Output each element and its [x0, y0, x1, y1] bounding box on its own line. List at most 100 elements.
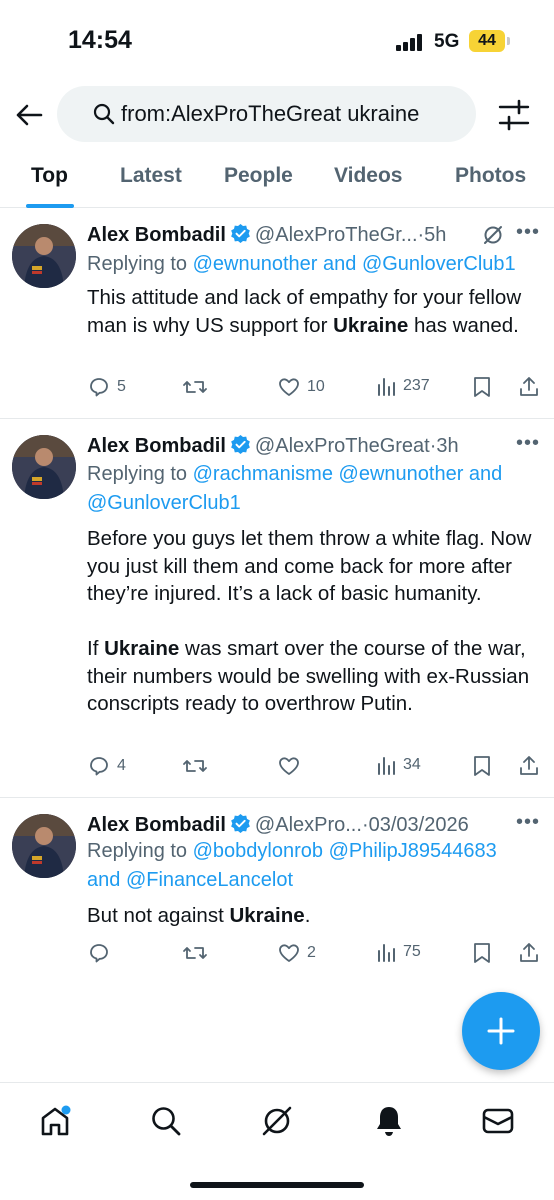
plus-icon — [487, 1017, 515, 1045]
search-icon — [152, 1107, 181, 1136]
mention-link[interactable]: @bobdylonrob — [193, 840, 323, 862]
tab-videos[interactable]: Videos — [334, 164, 402, 188]
views-button[interactable]: 237 — [375, 375, 430, 397]
views-button[interactable]: 34 — [375, 754, 421, 776]
mail-icon — [482, 1108, 514, 1134]
search-input[interactable] — [121, 101, 471, 127]
verified-badge-icon — [231, 223, 250, 244]
bookmark-icon — [474, 943, 490, 963]
battery-icon: 44 — [469, 30, 505, 52]
nav-grok[interactable] — [257, 1101, 297, 1141]
reply-icon — [90, 944, 108, 963]
tweet-text: This attitude and lack of empathy for yo… — [87, 284, 545, 339]
like-button[interactable] — [277, 754, 307, 778]
views-button[interactable]: 75 — [375, 941, 421, 963]
reply-button[interactable]: 4 — [87, 754, 126, 778]
views-icon — [378, 944, 395, 962]
tweet-header: Alex Bombadil @AlexProTheGreat·3h — [87, 434, 459, 458]
text-part: has waned. — [408, 313, 519, 337]
mention-link[interactable]: @GunloverClub1 — [87, 492, 241, 514]
display-name[interactable]: Alex Bombadil — [87, 224, 226, 246]
display-name[interactable]: Alex Bombadil — [87, 435, 226, 457]
status-time: 14:54 — [68, 26, 132, 54]
text-part: . — [304, 904, 311, 927]
back-arrow-icon[interactable] — [12, 98, 46, 132]
reply-button[interactable] — [87, 941, 117, 965]
share-button[interactable] — [517, 941, 541, 965]
filter-sliders-icon[interactable] — [496, 97, 532, 133]
handle: @AlexProTheGr... — [254, 224, 418, 246]
avatar[interactable] — [12, 814, 76, 878]
tweet-header: Alex Bombadil @AlexProTheGr...·5h — [87, 223, 446, 247]
like-button[interactable]: 2 — [277, 941, 316, 965]
retweet-icon — [183, 947, 207, 959]
search-tabs: Top Latest People Videos Photos — [0, 148, 554, 208]
tab-top[interactable]: Top — [31, 164, 68, 188]
highlight-term: Ukraine — [229, 904, 305, 927]
mention-link[interactable]: @ewnunother — [339, 463, 464, 485]
battery-tip — [507, 37, 510, 45]
reply-and: and — [463, 463, 503, 485]
verified-badge-icon — [231, 813, 250, 834]
nav-home[interactable] — [35, 1101, 75, 1141]
mention-link[interactable]: @ewnunother — [193, 253, 318, 275]
views-count: 75 — [403, 943, 421, 960]
replying-to: Replying to @ewnunother and @GunloverClu… — [87, 250, 537, 279]
compose-button[interactable] — [462, 992, 540, 1070]
nav-messages[interactable] — [478, 1101, 518, 1141]
display-name[interactable]: Alex Bombadil — [87, 814, 226, 836]
home-indicator — [190, 1182, 364, 1188]
text-part: If — [87, 637, 105, 660]
tweet[interactable]: Alex Bombadil @AlexPro...·03/03/2026 ••• … — [0, 799, 554, 981]
tweet[interactable]: Alex Bombadil @AlexProTheGr...·5h ••• Rep… — [0, 209, 554, 419]
verified-badge-icon — [231, 434, 250, 455]
search-bar[interactable] — [57, 86, 476, 142]
retweet-icon — [183, 760, 207, 772]
views-count: 34 — [403, 756, 421, 773]
reply-count: 5 — [117, 378, 126, 395]
bookmark-icon — [474, 377, 490, 397]
tweet-header: Alex Bombadil @AlexPro...·03/03/2026 — [87, 813, 469, 837]
signal-icon — [396, 33, 426, 51]
avatar[interactable] — [12, 224, 76, 288]
replying-to-label: Replying to — [87, 840, 193, 862]
reply-icon — [90, 378, 108, 397]
tab-photos[interactable]: Photos — [455, 164, 526, 188]
like-button[interactable]: 10 — [277, 375, 325, 399]
retweet-button[interactable] — [182, 941, 214, 965]
retweet-icon — [183, 381, 207, 393]
heart-icon — [279, 944, 299, 962]
mention-link[interactable]: @GunloverClub1 — [362, 253, 516, 275]
retweet-button[interactable] — [182, 754, 214, 778]
tweet-text: Before you guys let them throw a white f… — [87, 525, 545, 718]
mention-link[interactable]: @PhilipJ89544683 — [329, 840, 497, 862]
timestamp: ·3h — [429, 435, 459, 457]
mention-link[interactable]: @rachmanisme — [193, 463, 333, 485]
tweet[interactable]: Alex Bombadil @AlexProTheGreat·3h ••• Rep… — [0, 420, 554, 798]
tweet-text: But not against Ukraine. — [87, 902, 545, 930]
heart-icon — [279, 378, 299, 396]
tab-people[interactable]: People — [224, 164, 293, 188]
replying-to: Replying to @bobdylonrob @PhilipJ8954468… — [87, 837, 537, 895]
more-options-icon[interactable]: ••• — [516, 811, 540, 834]
tab-active-indicator — [26, 204, 74, 208]
more-options-icon[interactable]: ••• — [516, 432, 540, 455]
grok-icon[interactable] — [482, 224, 504, 246]
mention-link[interactable]: @FinanceLancelot — [126, 869, 293, 891]
nav-search[interactable] — [146, 1101, 186, 1141]
bookmark-button[interactable] — [471, 754, 493, 778]
nav-notifications[interactable] — [369, 1101, 409, 1141]
bookmark-button[interactable] — [471, 941, 493, 965]
share-button[interactable] — [517, 375, 541, 399]
bookmark-button[interactable] — [471, 375, 493, 399]
more-options-icon[interactable]: ••• — [516, 221, 540, 244]
avatar[interactable] — [12, 435, 76, 499]
heart-icon — [279, 757, 299, 775]
retweet-button[interactable] — [182, 375, 214, 399]
highlight-term: Ukraine — [104, 637, 180, 660]
reply-button[interactable]: 5 — [87, 375, 126, 399]
highlight-term: Ukraine — [333, 313, 409, 337]
share-button[interactable] — [517, 754, 541, 778]
views-icon — [378, 757, 395, 775]
tab-latest[interactable]: Latest — [120, 164, 182, 188]
